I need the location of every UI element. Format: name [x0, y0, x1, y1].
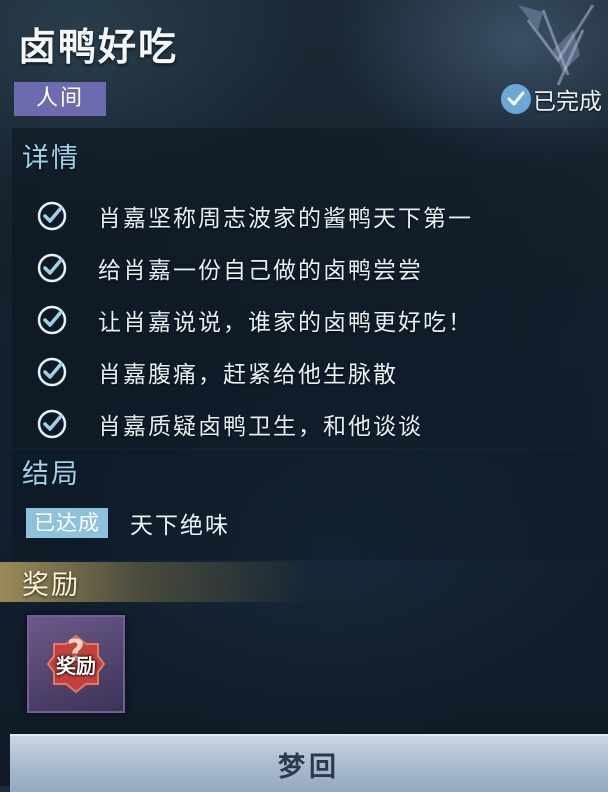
quest-status: 已完成 — [501, 82, 602, 116]
check-circle-icon — [37, 201, 67, 231]
ending-panel — [12, 450, 608, 560]
dream-return-button[interactable]: 梦回 — [10, 734, 608, 792]
task-text: 让肖嘉说说，谁家的卤鸭更好吃！ — [98, 310, 473, 336]
task-text: 给肖嘉一份自己做的卤鸭尝尝 — [98, 258, 423, 284]
task-item: 给肖嘉一份自己做的卤鸭尝尝 — [36, 242, 596, 294]
ending-heading: 结局 — [22, 459, 80, 490]
quest-title: 卤鸭好吃 — [18, 25, 179, 69]
task-item: 让肖嘉说说，谁家的卤鸭更好吃！ — [36, 294, 596, 346]
reward-item-label: 奖励 — [56, 654, 96, 678]
task-item: 肖嘉坚称周志波家的酱鸭天下第一 — [36, 190, 596, 242]
ending-achieved-badge: 已达成 — [26, 508, 108, 538]
status-label: 已完成 — [533, 89, 602, 115]
task-text: 肖嘉坚称周志波家的酱鸭天下第一 — [98, 206, 473, 232]
task-item: 肖嘉腹痛，赶紧给他生脉散 — [36, 346, 596, 398]
reward-item[interactable]: ? 奖励 — [27, 615, 125, 713]
task-text: 肖嘉腹痛，赶紧给他生脉散 — [98, 362, 398, 388]
check-circle-icon — [37, 253, 67, 283]
ending-row: 已达成 天下绝味 — [26, 506, 230, 540]
realm-tag: 人间 — [14, 82, 106, 116]
check-circle-icon — [37, 357, 67, 387]
reward-heading: 奖励 — [22, 570, 80, 601]
task-text: 肖嘉质疑卤鸭卫生，和他谈谈 — [98, 414, 423, 440]
check-circle-icon — [37, 409, 67, 439]
task-item: 肖嘉质疑卤鸭卫生，和他谈谈 — [36, 398, 596, 450]
task-list: 肖嘉坚称周志波家的酱鸭天下第一 给肖嘉一份自己做的卤鸭尝尝 让肖嘉说说，谁家的卤… — [36, 190, 596, 450]
check-circle-icon — [37, 305, 67, 335]
check-badge-icon — [501, 84, 531, 114]
details-heading: 详情 — [22, 143, 80, 174]
ending-name: 天下绝味 — [130, 513, 230, 539]
